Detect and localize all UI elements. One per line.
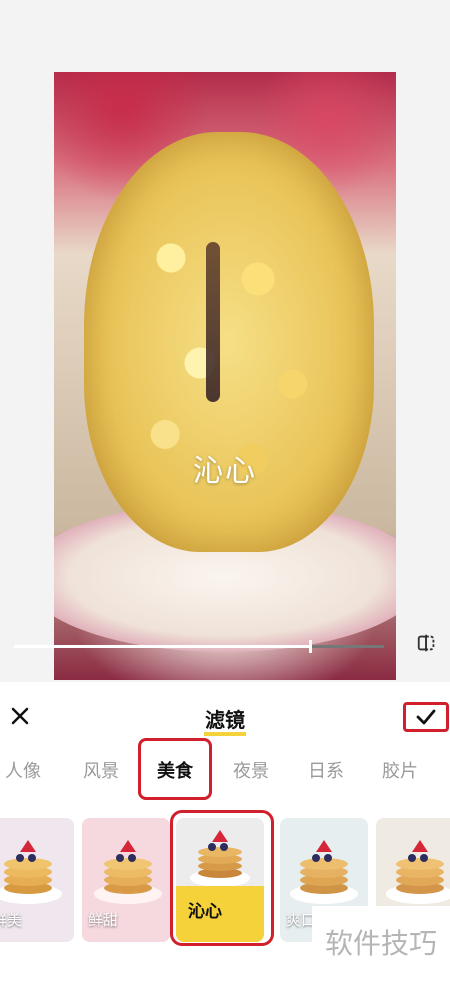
- filter-name-overlay: 沁心: [193, 454, 257, 489]
- confirm-button[interactable]: [403, 702, 449, 732]
- tab-film[interactable]: 胶片: [375, 752, 425, 798]
- compare-icon: [417, 634, 435, 652]
- intensity-slider[interactable]: [14, 640, 384, 653]
- watermark: 软件技巧: [312, 906, 450, 982]
- filter-label: 沁心: [188, 902, 222, 922]
- tab-night[interactable]: 夜景: [226, 752, 276, 798]
- intensity-slider-thumb[interactable]: [309, 640, 312, 653]
- filter-label: 鲜美: [0, 911, 23, 929]
- filter-thumb-qinxin[interactable]: 沁心: [176, 818, 264, 942]
- panel-title-text: 滤镜: [204, 708, 246, 736]
- filter-panel: 滤镜 人像 风景 美食 夜景 日系 胶片 鲜美: [0, 682, 450, 990]
- intensity-slider-fill: [14, 645, 310, 648]
- preview-area: 沁心: [0, 0, 450, 682]
- panel-title: 滤镜: [0, 704, 450, 736]
- tab-food[interactable]: 美食: [150, 752, 200, 798]
- filter-thumb-xiantian[interactable]: 鲜甜: [82, 818, 170, 942]
- food-photo-pineapple: [54, 72, 396, 680]
- filter-label: 鲜甜: [88, 911, 119, 929]
- tab-landscape[interactable]: 风景: [76, 752, 126, 798]
- tab-portrait[interactable]: 人像: [0, 752, 50, 798]
- compare-button[interactable]: [414, 630, 440, 656]
- tab-japanese[interactable]: 日系: [301, 752, 351, 798]
- check-icon: [416, 709, 436, 725]
- category-tabs: 人像 风景 美食 夜景 日系 胶片: [0, 752, 450, 798]
- pineapple-crack: [206, 242, 220, 402]
- filter-thumb-xianmei[interactable]: 鲜美: [0, 818, 74, 942]
